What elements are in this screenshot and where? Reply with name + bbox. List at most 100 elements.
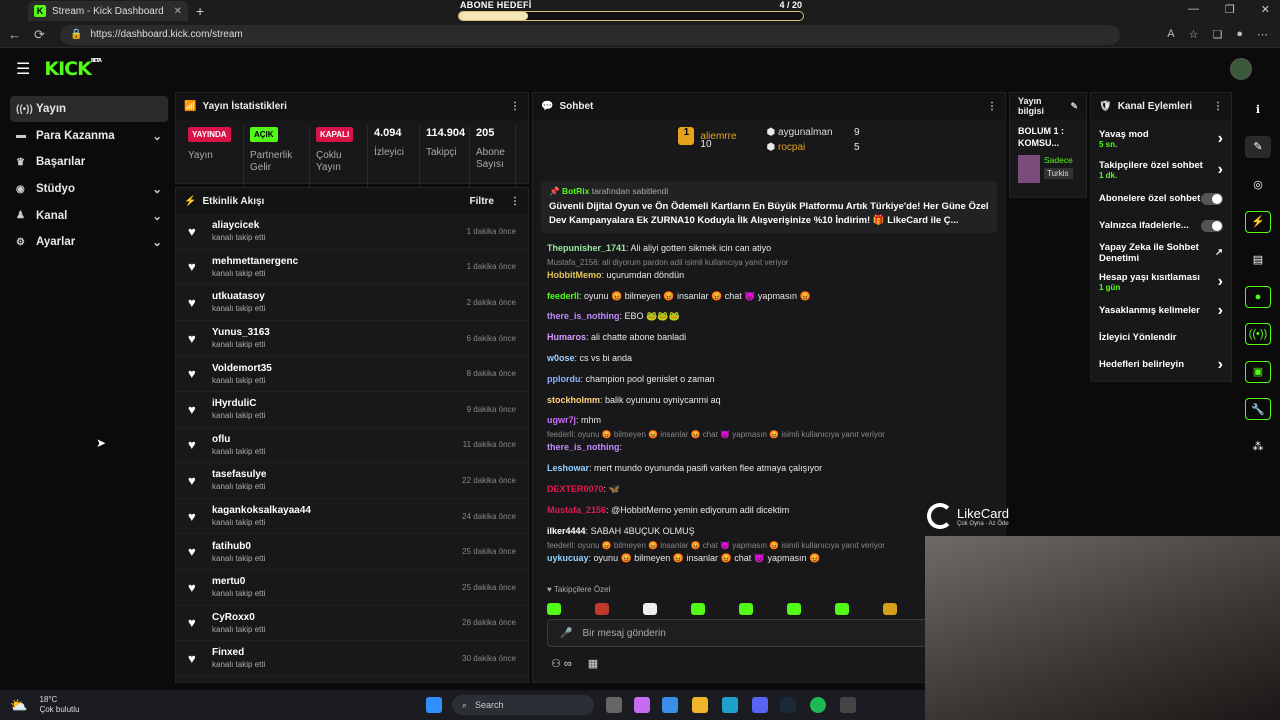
external-link-icon[interactable]: ↗: [1215, 247, 1223, 258]
chat-username[interactable]: there_is_nothing: [547, 311, 620, 321]
actions-menu-icon[interactable]: ⋮: [1213, 101, 1223, 112]
edge-icon[interactable]: [722, 697, 738, 713]
emote-icon[interactable]: [835, 603, 849, 615]
chat-input[interactable]: 🎤 Bir mesaj gönderin: [547, 619, 927, 647]
chevron-right-icon[interactable]: ›: [1218, 302, 1223, 320]
chevron-right-icon[interactable]: ›: [1218, 356, 1223, 374]
chat-username[interactable]: HobbitMemo: [547, 270, 602, 280]
camera-icon[interactable]: ◎: [1245, 173, 1271, 195]
action-item[interactable]: Takipçilere özel sohbet 1 dk. ›: [1091, 154, 1231, 185]
chat-username[interactable]: DEXTER0070: [547, 484, 604, 494]
kick-logo[interactable]: KICKBETA: [44, 58, 102, 80]
follower-name[interactable]: tasefasulye: [212, 469, 266, 480]
chat-bubble-icon[interactable]: ●: [1245, 285, 1271, 308]
emote-icon[interactable]: [883, 603, 897, 615]
browser-tab[interactable]: K Stream - Kick Dashboard ✕: [28, 1, 188, 21]
chat-menu-icon[interactable]: ⋮: [987, 101, 997, 112]
emote-icon[interactable]: [739, 603, 753, 615]
sidebar-item-para-kazanma[interactable]: ▬ Para Kazanma ⌄: [10, 123, 168, 149]
follower-name[interactable]: Finxed: [212, 647, 265, 658]
file-explorer-icon[interactable]: [692, 697, 708, 713]
sidebar-item-yayın[interactable]: ((•)) Yayın: [10, 96, 168, 122]
stats-menu-icon[interactable]: ⋮: [510, 101, 520, 112]
toggle-switch[interactable]: [1201, 192, 1223, 205]
action-item[interactable]: Yapay Zeka ile Sohbet Denetimi ↗: [1091, 239, 1231, 266]
minimize-icon[interactable]: —: [1188, 3, 1199, 16]
action-item[interactable]: Abonelere özel sohbet: [1091, 185, 1231, 212]
emote-icon[interactable]: [595, 603, 609, 615]
pencil-icon[interactable]: ✎: [1245, 135, 1271, 158]
lightning-icon[interactable]: ⚡: [1245, 210, 1271, 233]
chat-username[interactable]: uykucuay: [547, 553, 589, 563]
printer-icon[interactable]: ▣: [1245, 360, 1271, 383]
hamburger-menu-icon[interactable]: ☰: [16, 59, 30, 79]
reload-icon[interactable]: ⟳: [34, 27, 52, 43]
wrench-icon[interactable]: 🔧: [1245, 398, 1271, 420]
chat-username[interactable]: there_is_nothing: [547, 442, 620, 452]
store-icon[interactable]: ▦: [588, 657, 598, 670]
spotify-icon[interactable]: [810, 697, 826, 713]
follower-name[interactable]: mertu0: [212, 576, 265, 587]
favorite-icon[interactable]: ☆: [1189, 28, 1199, 41]
follower-name[interactable]: CyRoxx0: [212, 612, 265, 623]
document-icon[interactable]: ▤: [1245, 248, 1271, 270]
user-avatar[interactable]: [1230, 58, 1252, 80]
task-view-icon[interactable]: [606, 697, 622, 713]
site-info-icon[interactable]: 🔒: [70, 29, 82, 40]
weather-icon[interactable]: ⛅: [10, 697, 27, 714]
action-item[interactable]: Yalnızca ifadelerle...: [1091, 212, 1231, 239]
chat-username[interactable]: Thepunisher_1741: [547, 243, 626, 253]
profile-icon[interactable]: ●: [1236, 28, 1243, 41]
emote-picker-icon[interactable]: ⚇ ∞: [551, 657, 572, 670]
action-item[interactable]: Hesap yaşı kısıtlaması 1 gün ›: [1091, 266, 1231, 297]
action-item[interactable]: Yavaş mod 5 sn. ›: [1091, 123, 1231, 154]
store-app-icon[interactable]: [662, 697, 678, 713]
taskbar-search[interactable]: ⌕ Search: [452, 695, 594, 715]
chat-username[interactable]: w0ose: [547, 353, 575, 363]
action-item[interactable]: Hedefleri belirleyin ›: [1091, 351, 1231, 378]
edit-icon[interactable]: ✎: [1070, 101, 1078, 112]
chevron-down-icon[interactable]: ⌄: [152, 235, 162, 249]
tag-1[interactable]: Sadece: [1044, 155, 1073, 165]
discord-icon[interactable]: [752, 697, 768, 713]
sidebar-item-ayarlar[interactable]: ⚙ Ayarlar ⌄: [10, 229, 168, 255]
chat-username[interactable]: ilker4444: [547, 526, 586, 536]
tag-2[interactable]: Turkis: [1044, 168, 1073, 179]
category-thumbnail[interactable]: [1018, 155, 1040, 183]
info-icon[interactable]: ℹ: [1245, 98, 1271, 120]
windows-start-icon[interactable]: [426, 697, 442, 713]
url-field[interactable]: 🔒 https://dashboard.kick.com/stream: [60, 24, 1120, 45]
back-icon[interactable]: ←: [8, 27, 26, 42]
follower-name[interactable]: Yunus_3163: [212, 327, 270, 338]
emote-icon[interactable]: [787, 603, 801, 615]
chevron-down-icon[interactable]: ⌄: [152, 129, 162, 143]
follower-name[interactable]: aliaycicek: [212, 220, 265, 231]
chevron-down-icon[interactable]: ⌄: [152, 182, 162, 196]
apps-icon[interactable]: ⁂: [1245, 436, 1271, 458]
close-window-icon[interactable]: ✕: [1261, 3, 1270, 16]
copilot-icon[interactable]: [634, 697, 650, 713]
chevron-right-icon[interactable]: ›: [1218, 130, 1223, 148]
maximize-icon[interactable]: ❐: [1225, 3, 1235, 16]
menu-icon[interactable]: ⋯: [1257, 28, 1268, 41]
follower-name[interactable]: mehmettanergenc: [212, 256, 298, 267]
follower-name[interactable]: oflu: [212, 434, 265, 445]
new-tab-icon[interactable]: +: [196, 3, 204, 19]
app-icon[interactable]: [840, 697, 856, 713]
leader-name[interactable]: rocpai: [778, 142, 854, 153]
chevron-down-icon[interactable]: ⌄: [152, 209, 162, 223]
close-tab-icon[interactable]: ✕: [174, 6, 182, 17]
chat-username[interactable]: feederll: [547, 291, 579, 301]
chat-username[interactable]: Humaros: [547, 332, 586, 342]
follower-name[interactable]: kagankoksalkayaa44: [212, 505, 311, 516]
chat-username[interactable]: Mustafa_2156: [547, 505, 606, 515]
follower-name[interactable]: utkuatasoy: [212, 291, 265, 302]
action-item[interactable]: İzleyici Yönlendir: [1091, 324, 1231, 351]
sidebar-item-başarılar[interactable]: ♛ Başarılar: [10, 149, 168, 175]
action-item[interactable]: Yasaklanmış kelimeler ›: [1091, 297, 1231, 324]
follower-name[interactable]: iHyrduliC: [212, 398, 265, 409]
chevron-right-icon[interactable]: ›: [1218, 161, 1223, 179]
filter-button[interactable]: Filtre: [470, 196, 494, 207]
read-aloud-icon[interactable]: A: [1167, 28, 1174, 41]
broadcast-icon[interactable]: ((•)): [1245, 323, 1271, 345]
